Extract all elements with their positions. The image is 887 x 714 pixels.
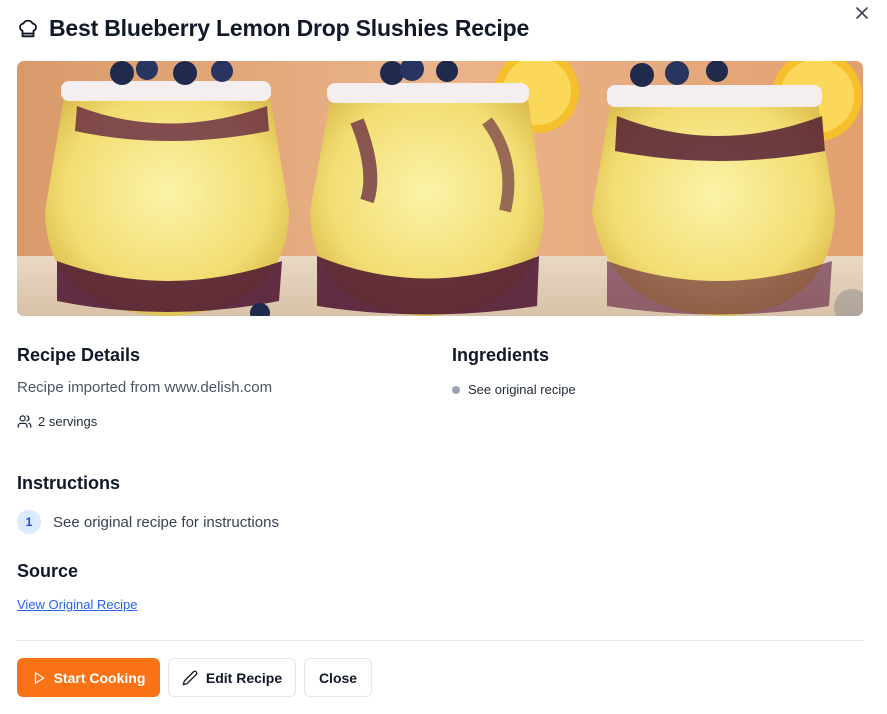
ingredient-text: See original recipe — [468, 382, 576, 397]
servings-label: 2 servings — [38, 414, 98, 429]
source-section: Source View Original Recipe — [17, 561, 137, 614]
ingredients-list: See original recipe — [452, 382, 863, 397]
instructions-heading: Instructions — [17, 473, 121, 493]
play-icon — [34, 671, 44, 684]
instruction-step: 1 See original recipe for instructions — [17, 510, 279, 534]
dialog-title: Best Blueberry Lemon Drop Slushies Recip… — [49, 15, 530, 41]
instructions-section: Instructions 1 See original recipe for i… — [17, 473, 279, 534]
chef-hat-icon — [19, 19, 37, 37]
close-label: Close — [318, 669, 358, 686]
ingredients-section: Ingredients See original recipe — [452, 345, 863, 397]
dialog-header: Best Blueberry Lemon Drop Slushies Recip… — [17, 15, 529, 42]
step-number-badge: 1 — [17, 510, 41, 534]
ingredients-heading: Ingredients — [452, 345, 550, 365]
recipe-dialog: Best Blueberry Lemon Drop Slushies Recip… — [0, 0, 887, 714]
close-button[interactable]: Close — [304, 658, 372, 697]
view-original-recipe-link[interactable]: View Original Recipe — [17, 597, 137, 612]
bullet-icon — [452, 385, 460, 394]
dialog-footer: Start Cooking Edit Recipe Close — [17, 658, 372, 697]
recipe-details-heading: Recipe Details — [17, 345, 141, 365]
edit-recipe-label: Edit Recipe — [205, 669, 283, 686]
list-item: See original recipe — [452, 382, 863, 397]
footer-divider — [17, 640, 863, 641]
edit-recipe-button[interactable]: Edit Recipe — [168, 658, 296, 697]
recipe-details-section: Recipe Details Recipe imported from www.… — [17, 345, 437, 429]
start-cooking-button[interactable]: Start Cooking — [17, 658, 160, 697]
start-cooking-label: Start Cooking — [53, 669, 146, 686]
pencil-icon — [182, 670, 198, 685]
recipe-import-description: Recipe imported from www.delish.com — [17, 379, 273, 396]
recipe-hero-image — [17, 61, 863, 316]
source-heading: Source — [17, 561, 79, 581]
servings-info: 2 servings — [17, 414, 437, 429]
step-text: See original recipe for instructions — [53, 513, 279, 531]
users-icon — [17, 415, 32, 428]
close-icon[interactable] — [854, 5, 870, 21]
